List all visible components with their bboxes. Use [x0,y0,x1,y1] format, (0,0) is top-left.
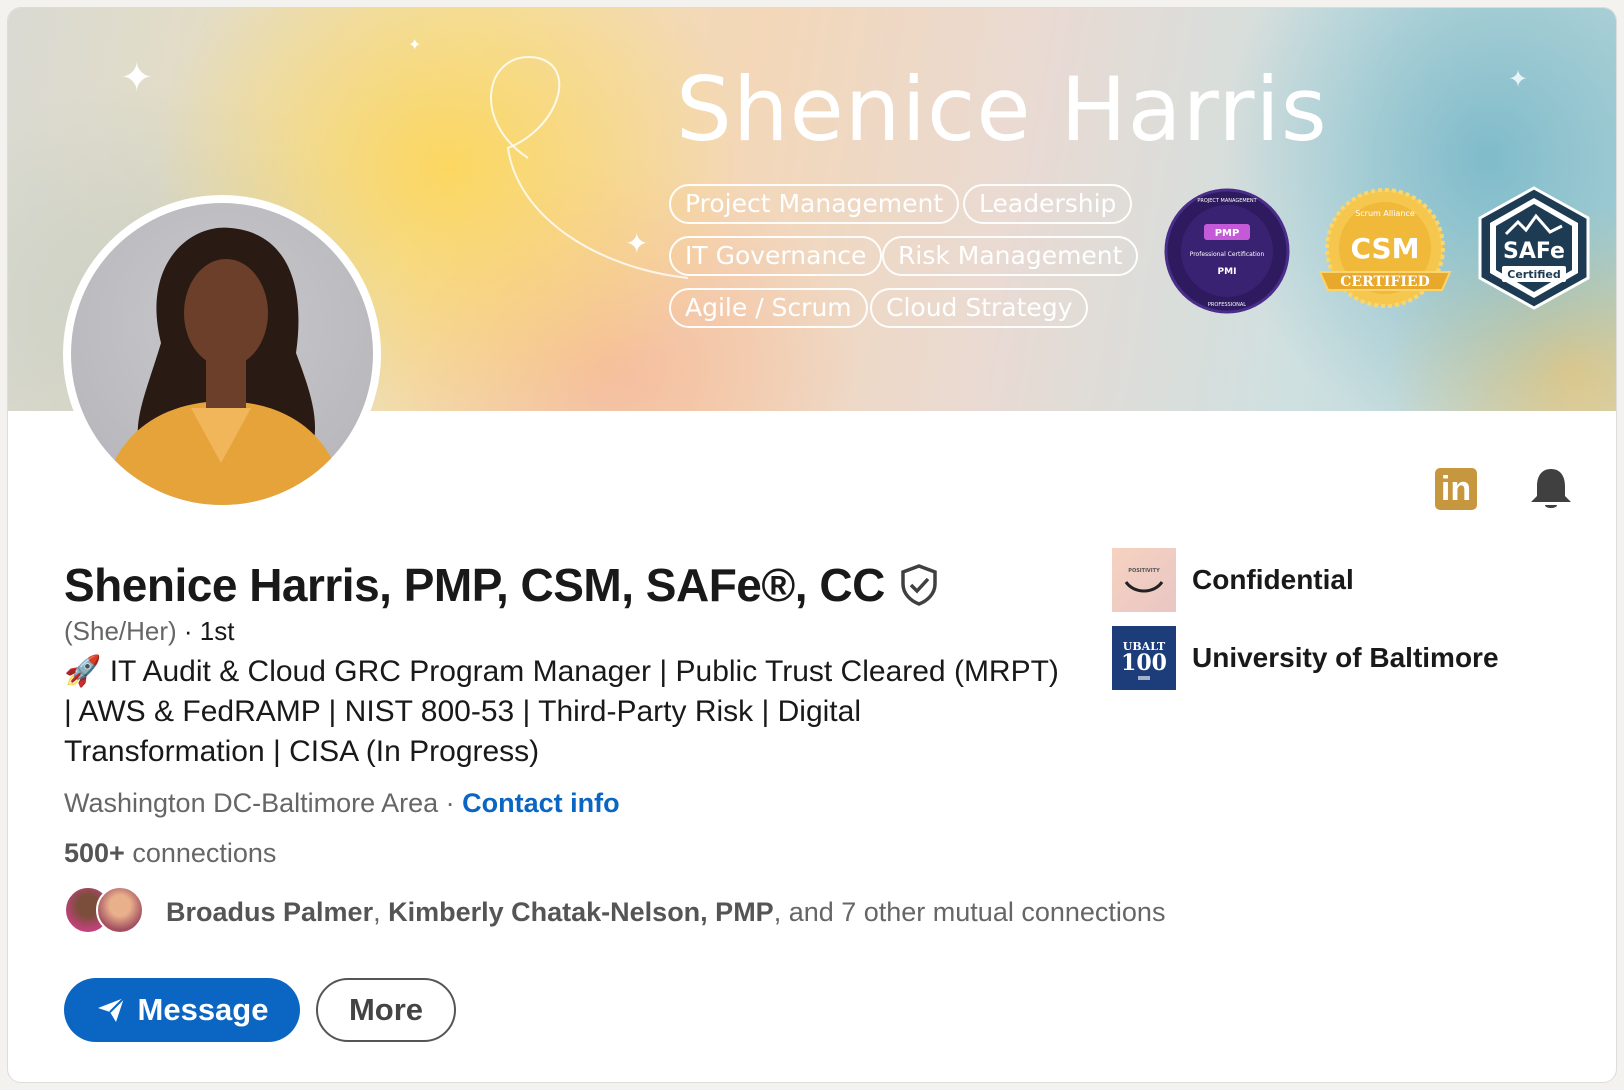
positivity-logo-text: POSITIVITY [1128,568,1160,574]
location: Washington DC-Baltimore Area [64,788,439,818]
positivity-logo-icon: POSITIVITY [1112,548,1176,612]
ubalt-logo-icon: UBALT 100 [1112,626,1176,690]
mutual-connections-text: Broadus Palmer, Kimberly Chatak-Nelson, … [166,897,1165,928]
linkedin-company-icon[interactable]: in [1435,468,1477,510]
pmi-logo-text: PMI [1218,267,1237,277]
profile-name: Shenice Harris, PMP, CSM, SAFe®, CC [64,559,885,611]
notification-bell-icon[interactable] [1529,466,1573,512]
connection-degree: · 1st [176,616,235,646]
school-name: University of Baltimore [1192,642,1499,673]
mutual-separator: , [373,896,389,927]
sparkle-icon: ✦ [120,56,154,100]
pronouns-row: (She/Her) · 1st [64,616,235,647]
connections-label: connections [124,838,277,868]
send-icon [97,997,125,1022]
profile-photo [71,203,373,505]
pmp-badge-icon: PMP Professional Certification PMI PROJE… [1164,188,1290,314]
ubalt-logo-big: 100 [1121,650,1167,676]
sparkle-icon: ✦ [1508,66,1529,93]
message-button-label: Message [137,992,269,1027]
skill-pill: IT Governance [669,236,883,276]
mutual-avatar [96,886,144,934]
pmp-ring-bottom: PROFESSIONAL [1208,302,1246,308]
pmp-badge-sub: Professional Certification [1190,251,1265,258]
skill-pill: Leadership [963,184,1133,224]
profile-headline: 🚀 IT Audit & Cloud GRC Program Manager |… [64,655,1059,768]
profile-name-row: Shenice Harris, PMP, CSM, SAFe®, CC [64,558,939,612]
sparkle-icon: ✦ [408,37,422,54]
csm-badge-label: CSM [1350,232,1419,265]
verified-shield-icon[interactable] [899,564,939,606]
more-button-label: More [348,992,424,1027]
skill-pill: Cloud Strategy [870,288,1089,328]
connections-link[interactable]: 500+ connections [64,838,276,869]
banner-title: Shenice Harris [676,58,1328,161]
csm-ribbon-text: CERTIFIED [1340,274,1429,290]
more-button[interactable]: More [316,978,456,1042]
skill-pill: Project Management [669,184,960,224]
current-company[interactable]: POSITIVITY Confidential [1112,548,1354,612]
person-photo-icon [101,227,346,505]
mutual-avatars [64,886,150,938]
pmp-badge-label: PMP [1215,228,1240,239]
safe-badge-label: SAFe [1503,239,1565,264]
company-name: Confidential [1192,564,1354,595]
message-button[interactable]: Message [64,978,300,1042]
mutual-rest: , and 7 other mutual connections [773,896,1166,927]
safe-badge-icon: SAFe Certified [1478,186,1590,310]
mutual-name: Broadus Palmer [166,896,374,927]
mutual-connections-row[interactable]: Broadus Palmer, Kimberly Chatak-Nelson, … [64,886,1165,938]
contact-info-link[interactable]: Contact info [462,788,619,818]
location-separator: · [438,788,463,818]
csm-badge-icon: Scrum Alliance CSM CERTIFIED [1318,188,1452,308]
mutual-name: Kimberly Chatak-Nelson, PMP [388,896,774,927]
skill-pill: Agile / Scrum [669,288,868,328]
csm-ring-text: Scrum Alliance [1355,209,1415,218]
connections-count: 500+ [64,838,125,868]
education-school[interactable]: UBALT 100 University of Baltimore [1112,626,1499,690]
safe-badge-sub: Certified [1507,268,1560,281]
pmp-ring-top: PROJECT MANAGEMENT [1197,198,1257,204]
pronouns: (She/Her) [64,616,177,646]
profile-card: ✦ ✦ ✦ ✦ Shenice Harris Project Managemen… [7,7,1617,1083]
skill-pill: Risk Management [882,236,1139,276]
profile-avatar[interactable] [63,195,381,513]
location-row: Washington DC-Baltimore Area · Contact i… [64,788,620,819]
